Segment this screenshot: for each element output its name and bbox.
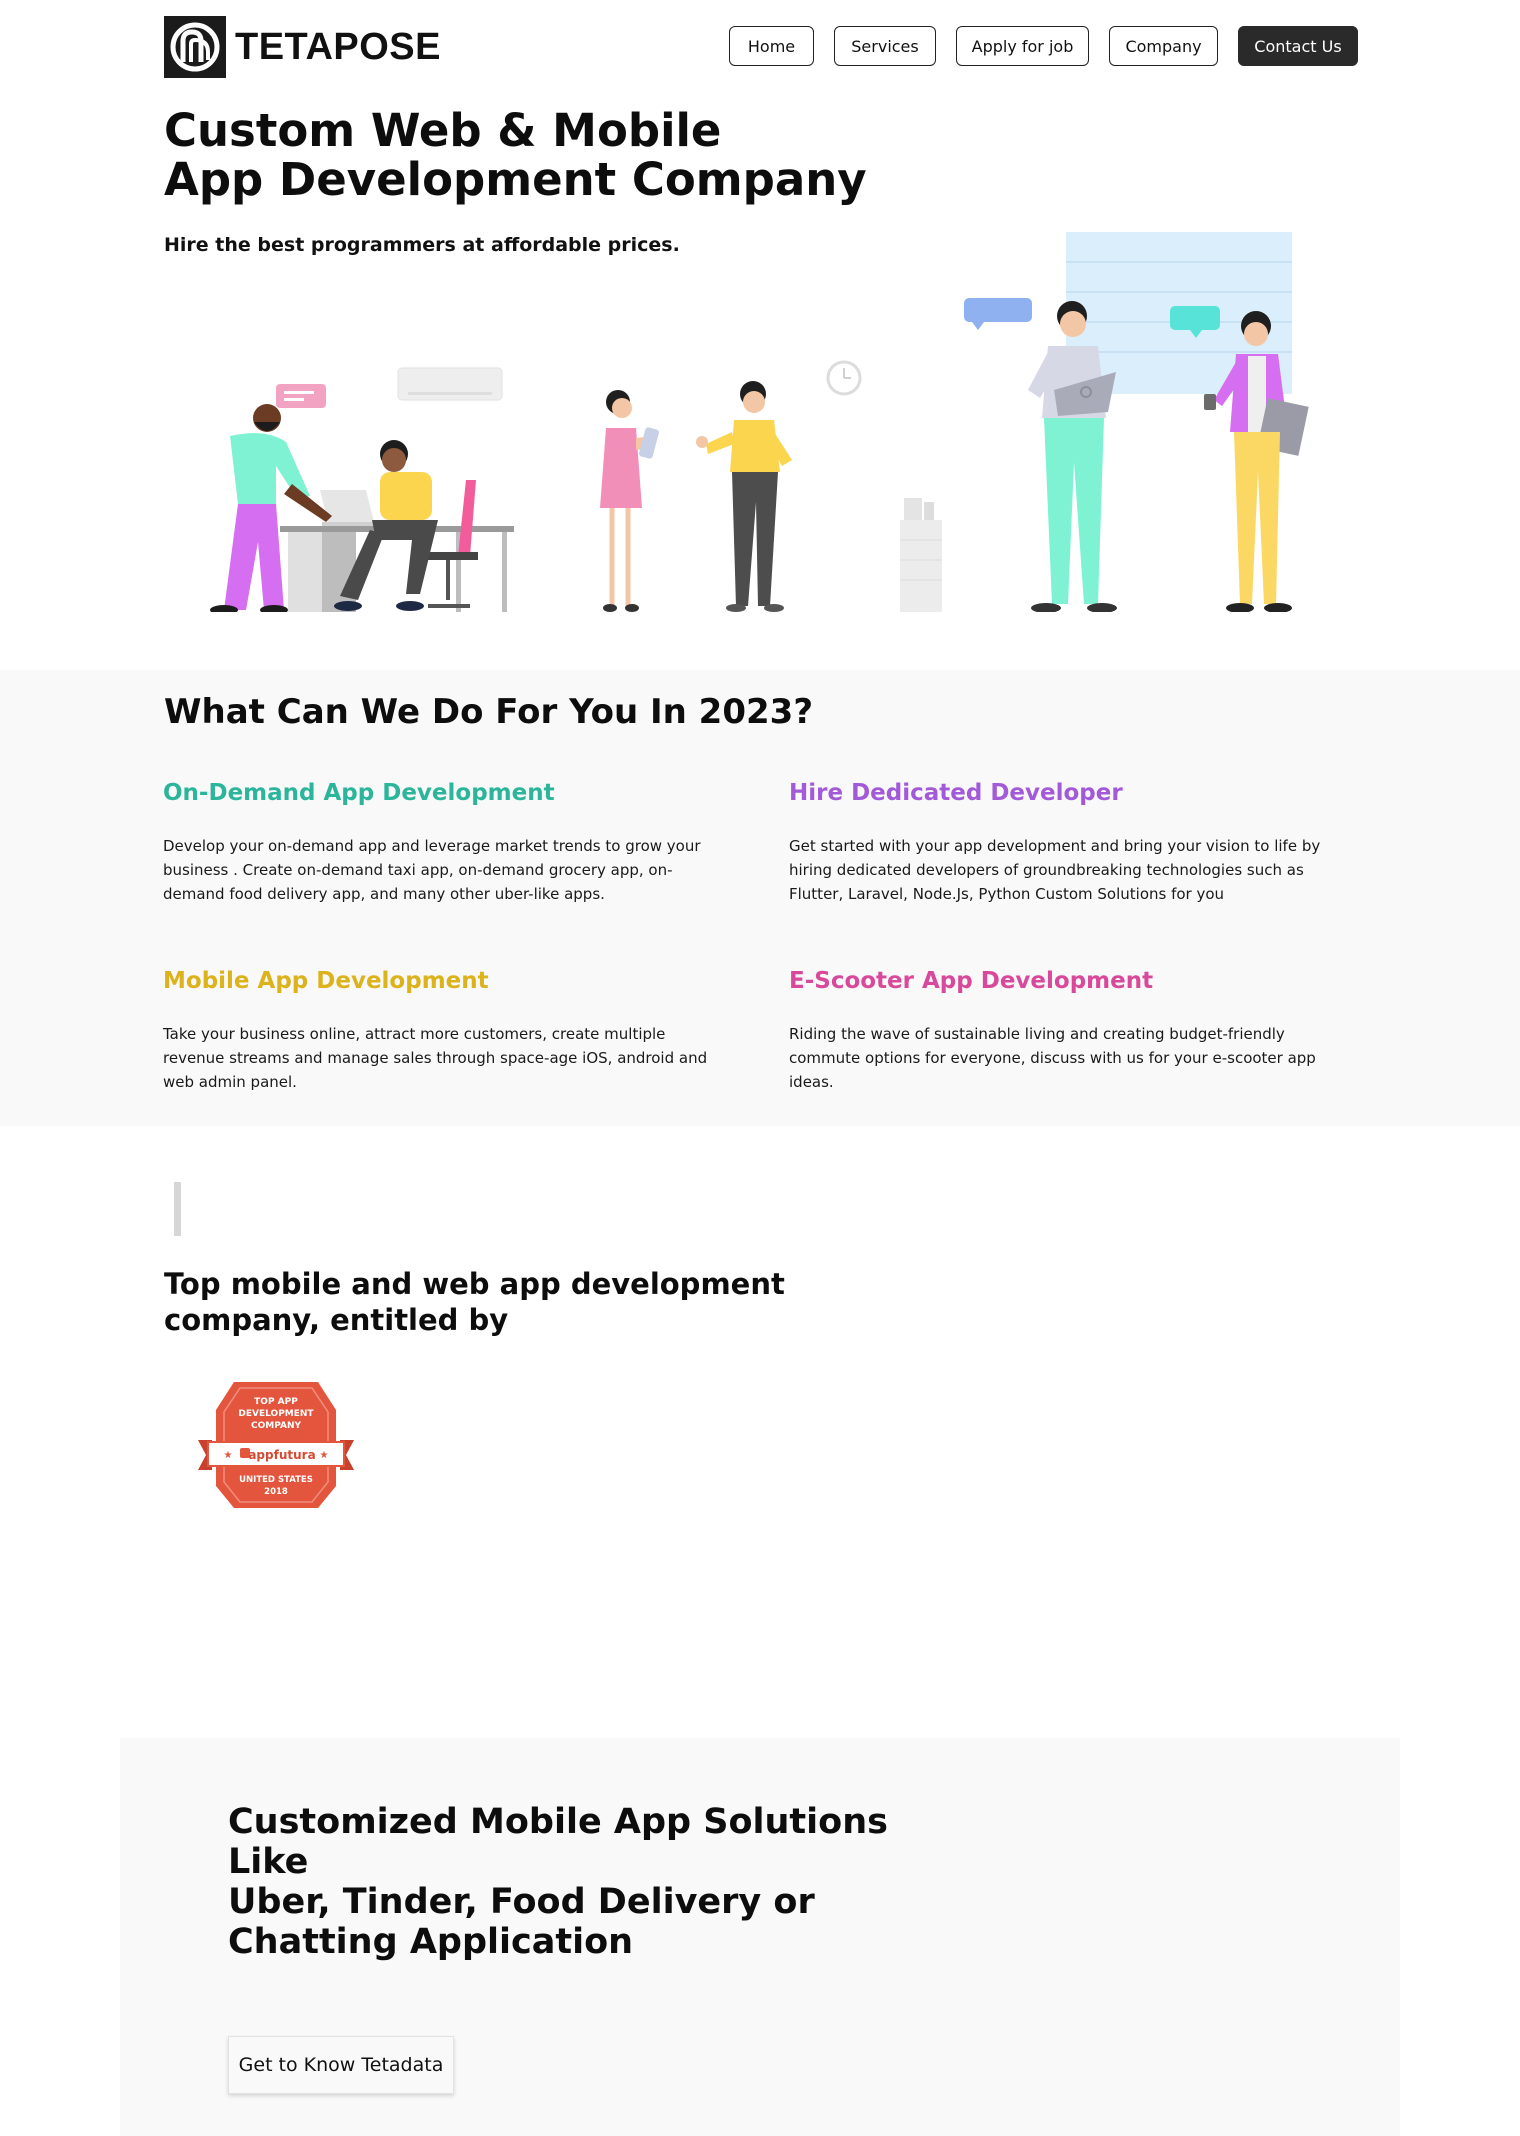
- cta-title: Customized Mobile App Solutions Like Ube…: [228, 1802, 928, 1962]
- filing-cabinet: [900, 498, 942, 612]
- team-illustration: [210, 232, 1309, 612]
- nav-apply-button[interactable]: Apply for job: [956, 26, 1089, 66]
- badge-year: 2018: [264, 1487, 288, 1497]
- award-title: Top mobile and web app development compa…: [164, 1267, 785, 1337]
- hero-title-line2: App Development Company: [164, 153, 867, 206]
- cta-section: Customized Mobile App Solutions Like Ube…: [120, 1738, 1400, 2136]
- service-title-e-scooter: E-Scooter App Development: [789, 968, 1154, 994]
- brand-name: TETAPOSE: [235, 25, 441, 68]
- cta-title-line2: Uber, Tinder, Food Delivery or: [228, 1882, 815, 1922]
- badge-line1: TOP APP: [254, 1397, 298, 1407]
- appfutura-award-badge: TOP APP DEVELOPMENT COMPANY ★ ★ appfutur…: [198, 1382, 354, 1508]
- services-title: What Can We Do For You In 2023?: [164, 692, 814, 732]
- service-body-e-scooter: Riding the wave of sustainable living an…: [789, 1025, 1316, 1091]
- speech-bubble-pink: [276, 384, 326, 408]
- cta-title-line3: Chatting Application: [228, 1922, 634, 1962]
- badge-country: UNITED STATES: [239, 1475, 313, 1485]
- quote-bar: [174, 1182, 181, 1236]
- services-section: What Can We Do For You In 2023? On-Deman…: [0, 670, 1520, 1126]
- get-to-know-button[interactable]: Get to Know Tetadata: [228, 2036, 454, 2094]
- hero-title-line1: Custom Web & Mobile: [164, 104, 722, 157]
- svg-text:★: ★: [224, 1450, 233, 1461]
- badge-brand: appfutura: [248, 1448, 315, 1462]
- badge-line2: DEVELOPMENT: [238, 1409, 314, 1419]
- cta-title-line1: Customized Mobile App Solutions Like: [228, 1802, 888, 1882]
- hero-title: Custom Web & Mobile App Development Comp…: [164, 106, 867, 204]
- service-body-mobile-app: Take your business online, attract more …: [163, 1025, 708, 1091]
- badge-line3: COMPANY: [251, 1421, 301, 1431]
- nav-home-button[interactable]: Home: [729, 26, 814, 66]
- speech-bubble-blue: [964, 298, 1032, 330]
- nav-contact-button[interactable]: Contact Us: [1238, 26, 1358, 66]
- service-title-on-demand: On-Demand App Development: [163, 780, 555, 806]
- nav-company-button[interactable]: Company: [1109, 26, 1218, 66]
- man-in-yellow-shirt: [696, 381, 792, 612]
- service-body-dedicated-developer: Get started with your app development an…: [789, 837, 1321, 903]
- service-title-dedicated-developer: Hire Dedicated Developer: [789, 780, 1123, 806]
- svg-text:★: ★: [320, 1450, 329, 1461]
- woman-with-tablet: [600, 390, 659, 612]
- service-body-on-demand: Develop your on-demand app and leverage …: [163, 837, 701, 903]
- tetapose-logo-icon: [164, 16, 226, 78]
- brand-logo[interactable]: TETAPOSE: [164, 16, 441, 78]
- air-conditioner: [397, 367, 503, 401]
- nav-services-button[interactable]: Services: [834, 26, 936, 66]
- service-title-mobile-app: Mobile App Development: [163, 968, 489, 994]
